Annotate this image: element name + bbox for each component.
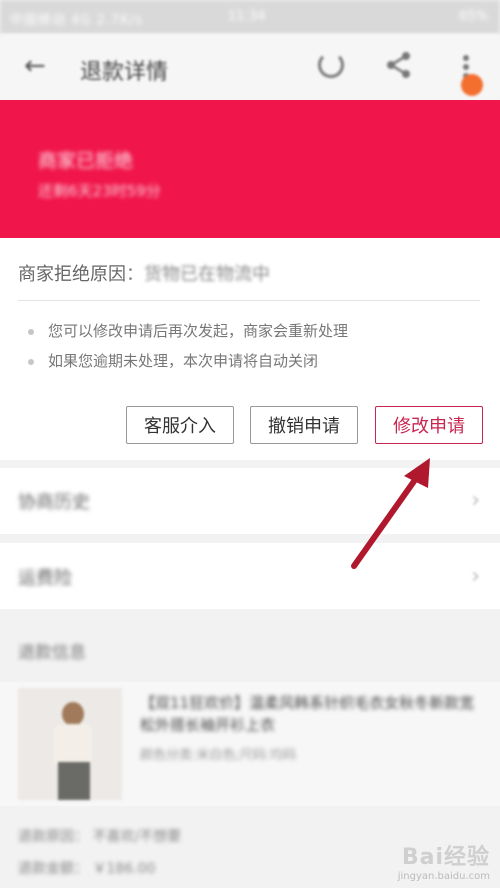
modify-request-button[interactable]: 修改申请: [375, 406, 483, 444]
tip-item: 您可以修改申请后再次发起，商家会重新处理: [28, 320, 348, 341]
row-label: 运费险: [18, 568, 72, 589]
watermark-logo: Bai经验: [401, 845, 490, 870]
battery-level: 65%: [459, 9, 488, 24]
status-banner: 商家已拒绝 还剩6天23时59分: [0, 100, 500, 238]
refund-amount-row: 退款金额： ￥186.00: [18, 861, 156, 877]
share-icon[interactable]: [384, 50, 414, 80]
chevron-right-icon: ›: [471, 488, 480, 513]
thumbnail-figure-head: [62, 702, 84, 726]
notification-badge-icon: [461, 74, 483, 96]
refusal-reason: 商家拒绝原因：货物已在物流中: [18, 260, 270, 286]
banner-title: 商家已拒绝: [38, 150, 134, 172]
tip-item: 如果您逾期未处理，本次申请将自动关闭: [28, 350, 318, 371]
refusal-card: 商家拒绝原因：货物已在物流中 您可以修改申请后再次发起，商家会重新处理 如果您逾…: [0, 238, 500, 460]
page-title: 退款详情: [80, 60, 169, 85]
tip-text: 您可以修改申请后再次发起，商家会重新处理: [48, 322, 349, 340]
product-title: 【双11狂欢价】温柔风韩系针织毛衣女秋冬新款宽松外搭长袖开衫上衣: [140, 694, 475, 734]
product-spec: 颜色分类:米白色;尺码:均码: [140, 748, 297, 763]
refresh-icon[interactable]: [318, 52, 344, 78]
thumbnail-figure-skirt: [58, 762, 90, 800]
banner-countdown: 还剩6天23时59分: [38, 182, 161, 200]
tip-text: 如果您逾期未处理，本次申请将自动关闭: [48, 352, 319, 370]
status-bar: 中国移动 4G 2.7K/s 11:34 65%: [0, 0, 500, 34]
refusal-separator: ：: [126, 264, 144, 285]
watermark-url: jingyan.baidu.com: [397, 871, 490, 882]
chevron-right-icon: ›: [471, 564, 480, 589]
nav-bar: ← 退款详情: [0, 34, 500, 100]
product-thumbnail: [18, 688, 122, 800]
bullet-icon: [28, 328, 34, 335]
clock: 11:34: [228, 9, 266, 24]
back-arrow-icon[interactable]: ←: [24, 53, 46, 79]
refund-reason-row: 退款原因： 不喜欢/不想要: [18, 829, 182, 845]
product-card[interactable]: 【双11狂欢价】温柔风韩系针织毛衣女秋冬新款宽松外搭长袖开衫上衣 颜色分类:米白…: [0, 682, 500, 806]
refund-section-title: 退款信息: [18, 643, 86, 663]
refusal-value: 货物已在物流中: [144, 264, 270, 285]
bullet-icon: [28, 358, 34, 365]
carrier-signal: 中国移动 4G 2.7K/s: [10, 13, 143, 28]
row-label: 协商历史: [18, 492, 90, 513]
refusal-label: 商家拒绝原因: [18, 264, 126, 285]
annotation-arrow-icon: [351, 458, 430, 569]
customer-service-button[interactable]: 客服介入: [126, 406, 234, 444]
watermark: Bai经验 jingyan.baidu.com: [398, 839, 490, 882]
cancel-request-button[interactable]: 撤销申请: [250, 406, 358, 444]
divider: [18, 300, 480, 301]
